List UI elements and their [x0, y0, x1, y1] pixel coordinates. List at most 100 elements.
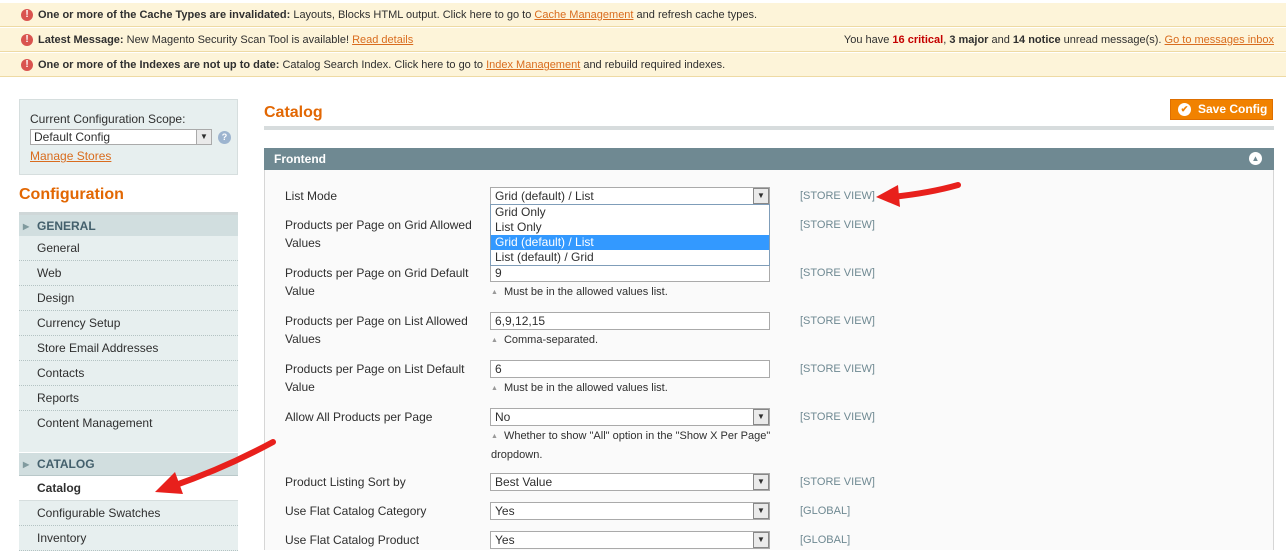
scope-tag: [STORE VIEW]	[800, 411, 875, 423]
scope-tag: [STORE VIEW]	[800, 363, 875, 375]
index-outdated-message: ! One or more of the Indexes are not up …	[0, 53, 1286, 77]
manage-stores-link[interactable]: Manage Stores	[30, 149, 111, 163]
scope-tag: [GLOBAL]	[800, 505, 851, 517]
chevron-down-icon[interactable]: ▼	[753, 188, 769, 204]
help-icon[interactable]: ?	[218, 131, 231, 144]
index-management-link[interactable]: Index Management	[486, 59, 580, 71]
chevron-down-icon[interactable]: ▼	[196, 130, 211, 144]
scope-select[interactable]: Default Config ▼	[30, 129, 212, 145]
sidebar-item-store-email-addresses[interactable]: Store Email Addresses	[19, 336, 238, 361]
select-value: No	[495, 410, 511, 424]
section-heading: GENERAL	[37, 219, 96, 233]
scope-tag: [STORE VIEW]	[800, 219, 875, 231]
message-title: One or more of the Cache Types are inval…	[38, 9, 291, 21]
allow-all-select[interactable]: No ▼	[490, 408, 770, 426]
message-text: and rebuild required indexes.	[580, 59, 726, 71]
sidebar-item-reports[interactable]: Reports	[19, 386, 238, 411]
field-note: ▲ Must be in the allowed values list.	[491, 379, 781, 398]
critical-count: 16 critical	[892, 34, 944, 46]
field-label: Use Flat Catalog Product	[285, 533, 420, 547]
triangle-up-icon: ▲	[491, 433, 498, 440]
field-label: Products per Page on Grid Default Value	[285, 266, 469, 298]
dropdown-option[interactable]: List (default) / Grid	[491, 250, 769, 265]
select-value: Grid (default) / List	[495, 189, 594, 203]
chevron-down-icon[interactable]: ▼	[753, 474, 769, 490]
sidebar-item-content-management[interactable]: Content Management	[19, 411, 238, 436]
note-text: Whether to show "All" option in the "Sho…	[491, 430, 771, 461]
checkmark-icon: ✔	[1178, 103, 1191, 116]
list-default-input[interactable]: 6	[490, 360, 770, 378]
latest-message-bar: ! Latest Message: New Magento Security S…	[0, 28, 1286, 52]
page-title: Catalog	[264, 104, 323, 121]
field-label: Products per Page on List Allowed Values	[285, 314, 468, 346]
scope-tag: [STORE VIEW]	[800, 315, 875, 327]
unread-suffix: unread message(s).	[1060, 34, 1165, 46]
select-value: Best Value	[495, 475, 553, 489]
save-config-button[interactable]: ✔ Save Config	[1170, 99, 1273, 120]
fieldset-title: Frontend	[274, 152, 326, 166]
major-count: 3 major	[949, 34, 989, 46]
field-note: ▲ Must be in the allowed values list.	[491, 283, 781, 302]
message-text: New Magento Security Scan Tool is availa…	[123, 34, 353, 46]
triangle-up-icon: ▲	[491, 289, 498, 296]
sidebar-item-currency-setup[interactable]: Currency Setup	[19, 311, 238, 336]
note-text: Must be in the allowed values list.	[503, 286, 668, 298]
messages-inbox-link[interactable]: Go to messages inbox	[1165, 34, 1274, 46]
read-details-link[interactable]: Read details	[352, 34, 413, 46]
sidebar-item-web[interactable]: Web	[19, 261, 238, 286]
sidebar-item-catalog[interactable]: Catalog	[19, 476, 238, 501]
flat-product-select[interactable]: Yes ▼	[490, 531, 770, 549]
sidebar-section-general[interactable]: ▶ GENERAL	[19, 215, 238, 238]
cache-management-link[interactable]: Cache Management	[534, 9, 633, 21]
scope-select-value: Default Config	[34, 130, 111, 144]
scope-tag: [GLOBAL]	[800, 534, 851, 546]
save-config-label: Save Config	[1198, 102, 1268, 116]
field-label: List Mode	[285, 189, 338, 203]
unread-summary: You have 16 critical, 3 major and 14 not…	[844, 28, 1274, 52]
chevron-down-icon[interactable]: ▼	[753, 409, 769, 425]
message-text: and refresh cache types.	[633, 9, 757, 21]
note-text: Comma-separated.	[503, 334, 599, 346]
field-label: Products per Page on Grid Allowed Values	[285, 218, 472, 250]
dropdown-option[interactable]: List Only	[491, 220, 769, 235]
sidebar-title: Configuration	[19, 186, 124, 203]
message-text: Catalog Search Index. Click here to go t…	[279, 59, 487, 71]
field-note: ▲ Comma-separated.	[491, 331, 781, 350]
chevron-down-icon[interactable]: ▼	[753, 503, 769, 519]
sidebar-item-contacts[interactable]: Contacts	[19, 361, 238, 386]
dropdown-option-selected[interactable]: Grid (default) / List	[491, 235, 769, 250]
grid-default-input[interactable]: 9	[490, 264, 770, 282]
error-icon: !	[21, 9, 33, 21]
scope-tag: [STORE VIEW]	[800, 476, 875, 488]
sidebar-item-configurable-swatches[interactable]: Configurable Swatches	[19, 501, 238, 526]
section-heading: CATALOG	[37, 457, 95, 471]
sidebar-item-inventory[interactable]: Inventory	[19, 526, 238, 551]
separator: and	[988, 34, 1013, 46]
unread-prefix: You have	[843, 34, 893, 46]
sort-by-select[interactable]: Best Value ▼	[490, 473, 770, 491]
sidebar-section-catalog[interactable]: ▶ CATALOG	[19, 453, 238, 476]
scope-label: Current Configuration Scope:	[30, 112, 186, 126]
sidebar-spacer	[19, 435, 238, 452]
sidebar-general-list: General Web Design Currency Setup Store …	[19, 236, 238, 436]
collapse-up-icon[interactable]: ▲	[1249, 152, 1262, 165]
sidebar-item-design[interactable]: Design	[19, 286, 238, 311]
scope-switcher: Current Configuration Scope: Default Con…	[19, 99, 238, 175]
list-mode-select[interactable]: Grid (default) / List ▼	[490, 187, 770, 205]
dropdown-option[interactable]: Grid Only	[491, 205, 769, 220]
triangle-up-icon: ▲	[491, 385, 498, 392]
field-label: Products per Page on List Default Value	[285, 362, 465, 394]
sidebar-item-general[interactable]: General	[19, 236, 238, 261]
flat-category-select[interactable]: Yes ▼	[490, 502, 770, 520]
list-allowed-input[interactable]: 6,9,12,15	[490, 312, 770, 330]
error-icon: !	[21, 59, 33, 71]
field-label: Allow All Products per Page	[285, 410, 433, 424]
sidebar-catalog-list: Catalog Configurable Swatches Inventory	[19, 476, 238, 551]
fieldset-header-frontend[interactable]: Frontend ▲	[264, 148, 1274, 170]
triangle-up-icon: ▲	[491, 337, 498, 344]
chevron-down-icon[interactable]: ▼	[753, 532, 769, 548]
list-mode-dropdown: Grid Only List Only Grid (default) / Lis…	[490, 204, 770, 266]
scope-tag: [STORE VIEW]	[800, 267, 875, 279]
divider	[264, 126, 1274, 130]
cache-invalidated-message: ! One or more of the Cache Types are inv…	[0, 3, 1286, 27]
